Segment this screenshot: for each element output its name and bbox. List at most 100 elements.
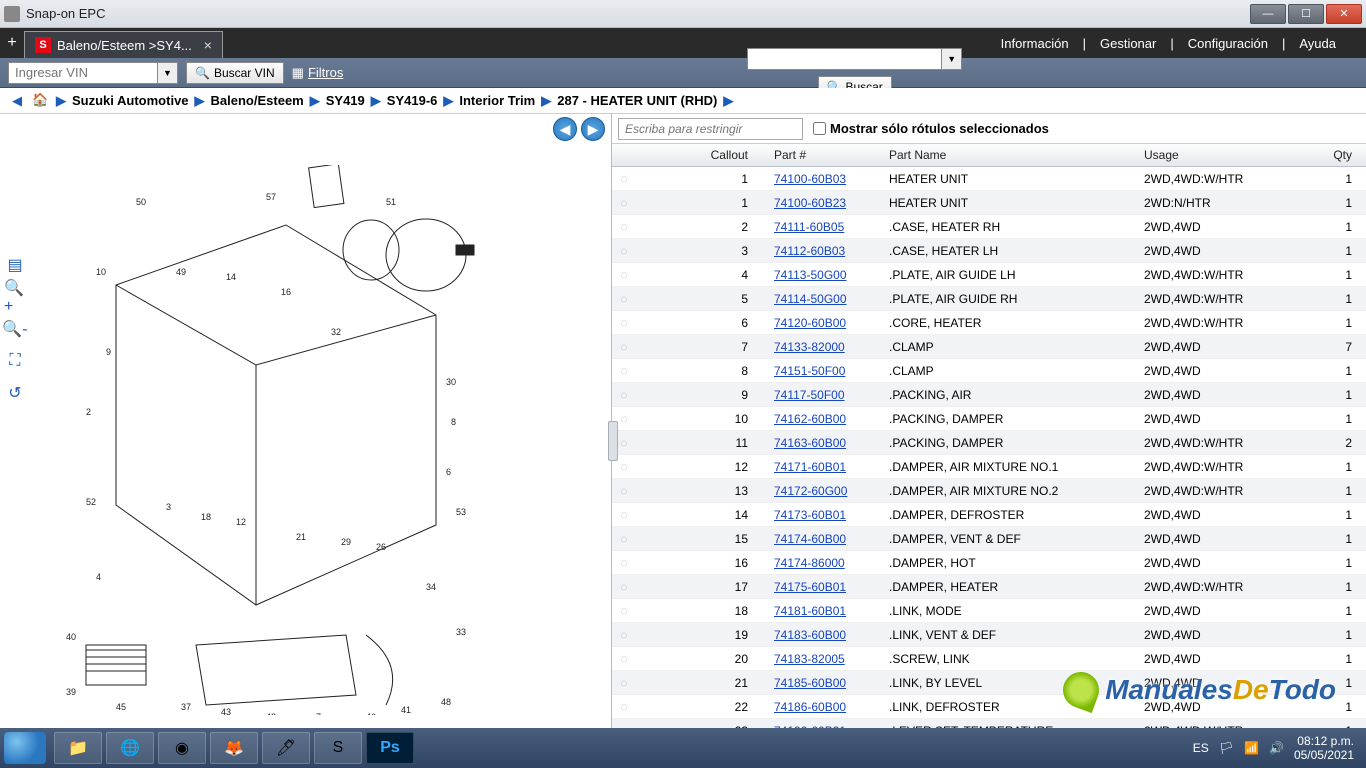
part-link[interactable]: 74113-50G00	[774, 268, 847, 282]
table-row[interactable]: ◌1174163-60B00.PACKING, DAMPER2WD,4WD:W/…	[612, 431, 1366, 455]
col-callout[interactable]: Callout	[636, 144, 766, 167]
table-row[interactable]: ◌1674174-86000.DAMPER, HOT2WD,4WD1	[612, 551, 1366, 575]
row-info-icon[interactable]: ◌	[612, 191, 636, 215]
crumb-3[interactable]: SY419-6	[387, 93, 438, 108]
prev-diagram-button[interactable]: ◀	[553, 117, 577, 141]
crumb-5[interactable]: 287 - HEATER UNIT (RHD)	[557, 93, 717, 108]
table-row[interactable]: ◌1274171-60B01.DAMPER, AIR MIXTURE NO.12…	[612, 455, 1366, 479]
part-link[interactable]: 74112-60B03	[774, 244, 845, 258]
clock[interactable]: 08:12 p.m. 05/05/2021	[1294, 734, 1354, 763]
show-selected-checkbox[interactable]	[813, 122, 826, 135]
part-link[interactable]: 74163-60B00	[774, 436, 846, 450]
app-tab[interactable]: S Baleno/Esteem >SY4... ×	[24, 31, 223, 58]
lang-indicator[interactable]: ES	[1193, 741, 1209, 755]
row-info-icon[interactable]: ◌	[612, 167, 636, 191]
part-link[interactable]: 74186-60B00	[774, 700, 846, 714]
back-icon[interactable]: ◀	[8, 92, 26, 110]
vin-input[interactable]	[8, 62, 158, 84]
snapon-icon[interactable]: S	[314, 732, 362, 764]
col-usage[interactable]: Usage	[1136, 144, 1316, 167]
row-info-icon[interactable]: ◌	[612, 239, 636, 263]
table-row[interactable]: ◌1774175-60B01.DAMPER, HEATER2WD,4WD:W/H…	[612, 575, 1366, 599]
crumb-2[interactable]: SY419	[326, 93, 365, 108]
tab-close-icon[interactable]: ×	[204, 37, 212, 53]
part-link[interactable]: 74117-50F00	[774, 388, 845, 402]
row-info-icon[interactable]: ◌	[612, 695, 636, 719]
show-selected-toggle[interactable]: Mostrar sólo rótulos seleccionados	[813, 121, 1049, 136]
edge-icon[interactable]: 🌐	[106, 732, 154, 764]
search-dropdown[interactable]: ▼	[942, 48, 962, 70]
col-name[interactable]: Part Name	[881, 144, 1136, 167]
part-link[interactable]: 74185-60B00	[774, 676, 846, 690]
table-row[interactable]: ◌2174185-60B00.LINK, BY LEVEL2WD,4WD1	[612, 671, 1366, 695]
table-row[interactable]: ◌1074162-60B00.PACKING, DAMPER2WD,4WD1	[612, 407, 1366, 431]
splitter-handle[interactable]	[608, 421, 618, 461]
row-info-icon[interactable]: ◌	[612, 383, 636, 407]
table-row[interactable]: ◌974117-50F00.PACKING, AIR2WD,4WD1	[612, 383, 1366, 407]
row-info-icon[interactable]: ◌	[612, 335, 636, 359]
minimize-button[interactable]: —	[1250, 4, 1286, 24]
filter-input[interactable]	[618, 118, 803, 140]
explorer-icon[interactable]: 📁	[54, 732, 102, 764]
part-link[interactable]: 74114-50G00	[774, 292, 847, 306]
home-icon[interactable]: 🏠	[32, 92, 50, 110]
part-link[interactable]: 74133-82000	[774, 340, 845, 354]
part-link[interactable]: 74100-60B03	[774, 172, 846, 186]
tray-network-icon[interactable]: 📶	[1244, 741, 1259, 755]
part-link[interactable]: 74181-60B01	[774, 604, 846, 618]
table-row[interactable]: ◌1874181-60B01.LINK, MODE2WD,4WD1	[612, 599, 1366, 623]
table-row[interactable]: ◌1374172-60G00.DAMPER, AIR MIXTURE NO.22…	[612, 479, 1366, 503]
table-row[interactable]: ◌2074183-82005.SCREW, LINK2WD,4WD1	[612, 647, 1366, 671]
table-row[interactable]: ◌474113-50G00.PLATE, AIR GUIDE LH2WD,4WD…	[612, 263, 1366, 287]
photoshop-icon[interactable]: Ps	[366, 732, 414, 764]
add-tab-button[interactable]: +	[0, 28, 24, 58]
app1-icon[interactable]: 🖊	[262, 732, 310, 764]
part-link[interactable]: 74100-60B23	[774, 196, 846, 210]
part-link[interactable]: 74111-60B05	[774, 220, 844, 234]
row-info-icon[interactable]: ◌	[612, 575, 636, 599]
close-button[interactable]: ✕	[1326, 4, 1362, 24]
table-row[interactable]: ◌1574174-60B00.DAMPER, VENT & DEF2WD,4WD…	[612, 527, 1366, 551]
tray-flag-icon[interactable]: 🏳	[1219, 741, 1234, 755]
col-part[interactable]: Part #	[766, 144, 881, 167]
row-info-icon[interactable]: ◌	[612, 263, 636, 287]
crumb-0[interactable]: Suzuki Automotive	[72, 93, 189, 108]
row-info-icon[interactable]: ◌	[612, 647, 636, 671]
search-input[interactable]	[747, 48, 942, 70]
table-row[interactable]: ◌674120-60B00.CORE, HEATER2WD,4WD:W/HTR1	[612, 311, 1366, 335]
tray-volume-icon[interactable]: 🔊	[1269, 741, 1284, 755]
row-info-icon[interactable]: ◌	[612, 503, 636, 527]
col-qty[interactable]: Qty	[1316, 144, 1366, 167]
part-link[interactable]: 74175-60B01	[774, 580, 846, 594]
table-row[interactable]: ◌174100-60B23HEATER UNIT2WD:N/HTR1	[612, 191, 1366, 215]
search-vin-button[interactable]: 🔍 Buscar VIN	[186, 62, 284, 84]
row-info-icon[interactable]: ◌	[612, 311, 636, 335]
part-link[interactable]: 74120-60B00	[774, 316, 846, 330]
row-info-icon[interactable]: ◌	[612, 527, 636, 551]
part-link[interactable]: 74183-60B00	[774, 628, 846, 642]
parts-table-wrap[interactable]: Callout Part # Part Name Usage Qty ◌1741…	[612, 144, 1366, 768]
row-info-icon[interactable]: ◌	[612, 359, 636, 383]
row-info-icon[interactable]: ◌	[612, 479, 636, 503]
row-info-icon[interactable]: ◌	[612, 287, 636, 311]
table-row[interactable]: ◌1474173-60B01.DAMPER, DEFROSTER2WD,4WD1	[612, 503, 1366, 527]
part-link[interactable]: 74162-60B00	[774, 412, 846, 426]
crumb-1[interactable]: Baleno/Esteem	[211, 93, 304, 108]
part-link[interactable]: 74174-60B00	[774, 532, 846, 546]
table-row[interactable]: ◌574114-50G00.PLATE, AIR GUIDE RH2WD,4WD…	[612, 287, 1366, 311]
row-info-icon[interactable]: ◌	[612, 599, 636, 623]
table-row[interactable]: ◌374112-60B03.CASE, HEATER LH2WD,4WD1	[612, 239, 1366, 263]
table-row[interactable]: ◌2274186-60B00.LINK, DEFROSTER2WD,4WD1	[612, 695, 1366, 719]
part-link[interactable]: 74151-50F00	[774, 364, 845, 378]
table-row[interactable]: ◌174100-60B03HEATER UNIT2WD,4WD:W/HTR1	[612, 167, 1366, 191]
table-row[interactable]: ◌774133-82000.CLAMP2WD,4WD7	[612, 335, 1366, 359]
diagram-area[interactable]: 505751 1092 524 491416 32308 653 31812 2…	[0, 144, 611, 736]
vin-dropdown[interactable]: ▼	[158, 62, 178, 84]
row-info-icon[interactable]: ◌	[612, 215, 636, 239]
part-link[interactable]: 74172-60G00	[774, 484, 847, 498]
part-link[interactable]: 74171-60B01	[774, 460, 846, 474]
row-info-icon[interactable]: ◌	[612, 671, 636, 695]
table-row[interactable]: ◌874151-50F00.CLAMP2WD,4WD1	[612, 359, 1366, 383]
part-link[interactable]: 74174-86000	[774, 556, 845, 570]
start-button[interactable]	[4, 732, 46, 764]
